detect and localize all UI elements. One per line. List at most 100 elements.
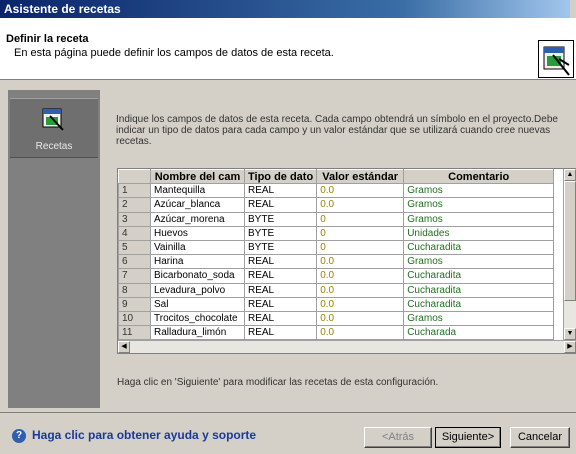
row-number-cell[interactable]: 1 xyxy=(118,183,151,199)
column-header-comment[interactable]: Comentario xyxy=(403,169,555,185)
window-title-bar[interactable]: Asistente de recetas xyxy=(0,0,576,18)
comment-cell[interactable]: Gramos xyxy=(403,197,555,213)
window-title: Asistente de recetas xyxy=(4,2,121,16)
back-button[interactable]: <Atrás xyxy=(364,427,432,448)
field-name-cell[interactable]: Azúcar_blanca xyxy=(150,197,245,213)
title-bar-corner xyxy=(570,0,576,18)
field-name-cell[interactable]: Sal xyxy=(150,296,245,312)
column-header-type[interactable]: Tipo de dato xyxy=(243,169,318,185)
comment-cell[interactable]: Cucharadita xyxy=(403,268,555,284)
vertical-scroll-thumb[interactable] xyxy=(564,181,576,301)
default-value-cell[interactable]: 0.0 xyxy=(316,296,405,312)
field-name-cell[interactable]: Azúcar_morena xyxy=(150,211,245,227)
data-type-cell[interactable]: BYTE xyxy=(243,225,318,241)
table-row[interactable]: 11 Ralladura_limón REAL 0.0 Cucharada xyxy=(118,325,555,341)
column-header-row-number[interactable] xyxy=(118,169,151,185)
data-type-cell[interactable]: REAL xyxy=(243,310,318,327)
grid-vertical-scrollbar[interactable]: ▲ ▼ xyxy=(563,169,576,340)
data-type-cell[interactable]: REAL xyxy=(243,282,318,298)
grid-horizontal-scrollbar[interactable]: ◀ ▶ xyxy=(118,340,576,353)
page-subtitle: En esta página puede definir los campos … xyxy=(14,47,334,59)
row-number-cell[interactable]: 7 xyxy=(118,268,151,284)
comment-cell[interactable]: Gramos xyxy=(403,310,555,327)
row-number-cell[interactable]: 8 xyxy=(118,282,151,298)
next-step-hint: Haga clic en 'Siguiente' para modificar … xyxy=(117,377,439,388)
table-row[interactable]: 2 Azúcar_blanca REAL 0.0 Gramos xyxy=(118,197,555,213)
recipe-fields-table: Nombre del cam Tipo de dato Valor estánd… xyxy=(118,169,555,341)
row-number-cell[interactable]: 3 xyxy=(118,211,151,227)
default-value-cell[interactable]: 0.0 xyxy=(316,325,405,341)
data-type-cell[interactable]: REAL xyxy=(243,197,318,213)
field-name-cell[interactable]: Ralladura_limón xyxy=(150,325,245,341)
table-row[interactable]: 5 Vainilla BYTE 0 Cucharadita xyxy=(118,239,555,256)
default-value-cell[interactable]: 0.0 xyxy=(316,183,405,199)
table-row[interactable]: 8 Levadura_polvo REAL 0.0 Cucharadita xyxy=(118,282,555,298)
data-type-cell[interactable]: BYTE xyxy=(243,211,318,227)
column-header-default-value[interactable]: Valor estándar xyxy=(316,169,405,185)
table-row[interactable]: 7 Bicarbonato_soda REAL 0.0 Cucharadita xyxy=(118,268,555,284)
field-name-cell[interactable]: Levadura_polvo xyxy=(150,282,245,298)
table-row[interactable]: 10 Trocitos_chocolate REAL 0.0 Gramos xyxy=(118,310,555,327)
column-header-name[interactable]: Nombre del cam xyxy=(150,169,245,185)
row-number-cell[interactable]: 4 xyxy=(118,225,151,241)
scroll-right-arrow-icon[interactable]: ▶ xyxy=(564,341,576,353)
recipe-icon xyxy=(40,107,66,131)
comment-cell[interactable]: Cucharadita xyxy=(403,239,555,256)
field-name-cell[interactable]: Bicarbonato_soda xyxy=(150,268,245,284)
data-type-cell[interactable]: REAL xyxy=(243,183,318,199)
help-icon[interactable]: ? xyxy=(12,429,26,443)
recipe-wizard-icon xyxy=(538,40,574,78)
wizard-header: Definir la receta En esta página puede d… xyxy=(0,18,576,80)
data-type-cell[interactable]: BYTE xyxy=(243,239,318,256)
comment-cell[interactable]: Unidades xyxy=(403,225,555,241)
wizard-sidebar: Recetas xyxy=(8,90,100,408)
default-value-cell[interactable]: 0.0 xyxy=(316,310,405,327)
comment-cell[interactable]: Cucharadita xyxy=(403,296,555,312)
default-value-cell[interactable]: 0.0 xyxy=(316,282,405,298)
data-type-cell[interactable]: REAL xyxy=(243,296,318,312)
row-number-cell[interactable]: 9 xyxy=(118,296,151,312)
row-number-cell[interactable]: 11 xyxy=(118,325,151,341)
field-name-cell[interactable]: Trocitos_chocolate xyxy=(150,310,245,327)
field-name-cell[interactable]: Harina xyxy=(150,254,245,270)
row-number-cell[interactable]: 6 xyxy=(118,254,151,270)
instructions-text: Indique los campos de datos de esta rece… xyxy=(116,114,558,147)
sidebar-item-label: Recetas xyxy=(35,141,73,152)
help-link[interactable]: Haga clic para obtener ayuda y soporte xyxy=(32,428,256,442)
table-row[interactable]: 9 Sal REAL 0.0 Cucharadita xyxy=(118,296,555,312)
row-number-cell[interactable]: 10 xyxy=(118,310,151,327)
default-value-cell[interactable]: 0 xyxy=(316,225,405,241)
sidebar-item-recetas[interactable]: Recetas xyxy=(10,98,98,158)
default-value-cell[interactable]: 0.0 xyxy=(316,254,405,270)
row-number-cell[interactable]: 5 xyxy=(118,239,151,256)
scroll-down-arrow-icon[interactable]: ▼ xyxy=(564,328,576,340)
comment-cell[interactable]: Gramos xyxy=(403,183,555,199)
data-type-cell[interactable]: REAL xyxy=(243,254,318,270)
cancel-button[interactable]: Cancelar xyxy=(510,427,570,448)
default-value-cell[interactable]: 0 xyxy=(316,239,405,256)
comment-cell[interactable]: Gramos xyxy=(403,254,555,270)
comment-cell[interactable]: Cucharada xyxy=(403,325,555,341)
table-row[interactable]: 1 Mantequilla REAL 0.0 Gramos xyxy=(118,183,555,199)
next-button[interactable]: Siguiente> xyxy=(435,427,501,448)
field-name-cell[interactable]: Vainilla xyxy=(150,239,245,256)
table-row[interactable]: 4 Huevos BYTE 0 Unidades xyxy=(118,225,555,241)
comment-cell[interactable]: Cucharadita xyxy=(403,282,555,298)
scroll-left-arrow-icon[interactable]: ◀ xyxy=(118,341,130,353)
field-name-cell[interactable]: Huevos xyxy=(150,225,245,241)
default-value-cell[interactable]: 0 xyxy=(316,211,405,227)
wizard-content: Indique los campos de datos de esta rece… xyxy=(106,90,576,408)
table-row[interactable]: 3 Azúcar_morena BYTE 0 Gramos xyxy=(118,211,555,227)
scroll-up-arrow-icon[interactable]: ▲ xyxy=(564,169,576,181)
page-title: Definir la receta xyxy=(6,33,89,45)
comment-cell[interactable]: Gramos xyxy=(403,211,555,227)
data-type-cell[interactable]: REAL xyxy=(243,268,318,284)
field-name-cell[interactable]: Mantequilla xyxy=(150,183,245,199)
default-value-cell[interactable]: 0.0 xyxy=(316,197,405,213)
row-number-cell[interactable]: 2 xyxy=(118,197,151,213)
recipe-fields-grid[interactable]: Nombre del cam Tipo de dato Valor estánd… xyxy=(117,168,576,354)
data-type-cell[interactable]: REAL xyxy=(243,325,318,341)
table-row[interactable]: 6 Harina REAL 0.0 Gramos xyxy=(118,254,555,270)
wizard-footer: ? Haga clic para obtener ayuda y soporte… xyxy=(0,412,576,454)
default-value-cell[interactable]: 0.0 xyxy=(316,268,405,284)
